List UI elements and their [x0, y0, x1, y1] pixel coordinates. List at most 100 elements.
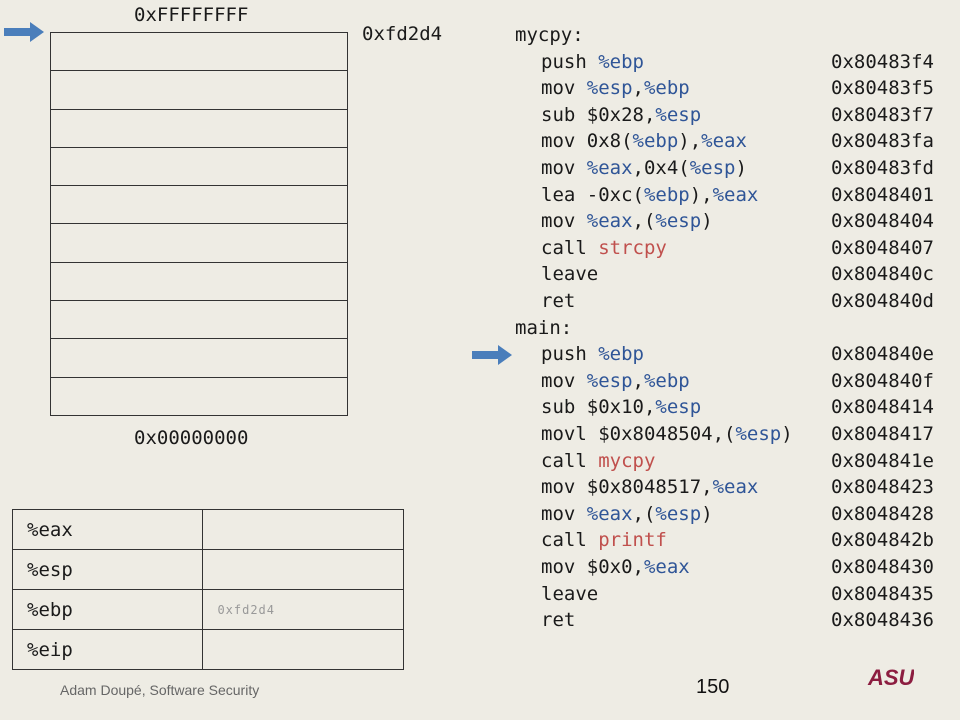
- register-row: %eip: [11, 629, 404, 670]
- instruction-address: 0x804840f: [831, 369, 934, 392]
- register-name: %eax: [11, 509, 204, 550]
- instruction: mov %eax,(%esp): [541, 209, 713, 233]
- register-table: %eax %esp %ebp 0xfd2d4 %eip: [11, 509, 404, 670]
- instruction: leave: [541, 582, 598, 606]
- instruction-token: ret: [541, 290, 576, 312]
- instruction-address: 0x804841e: [831, 449, 934, 472]
- register-token: %esp: [586, 369, 633, 392]
- instruction-address: 0x8048435: [831, 582, 934, 605]
- register-token: %esp: [655, 103, 702, 126]
- instruction: ret: [541, 289, 575, 313]
- function-token: mycpy: [598, 449, 656, 472]
- register-token: %esp: [655, 396, 702, 419]
- instruction-token: ,: [632, 77, 644, 100]
- stack-cell: [51, 33, 347, 72]
- instruction-address: 0x8048423: [831, 476, 934, 499]
- register-token: %eax: [643, 556, 690, 578]
- code-line: mov %esp,%ebp 0x804840f: [515, 369, 955, 396]
- instruction-address: 0x8048404: [831, 210, 934, 233]
- function-token: printf: [598, 529, 667, 552]
- instruction-address: 0x8048414: [831, 396, 934, 419]
- code-line: push %ebp 0x80483f4: [515, 50, 955, 77]
- instruction-token: ,0x4(: [632, 157, 690, 179]
- instruction-token: push: [541, 50, 599, 73]
- instruction-token: push: [541, 343, 599, 366]
- register-token: %eax: [586, 502, 633, 525]
- instruction-token: call: [541, 236, 599, 259]
- code-line: mov %eax,(%esp) 0x8048404: [515, 209, 955, 236]
- instruction-token: mov: [541, 502, 587, 525]
- function-name: main: [515, 316, 561, 339]
- register-token: %eax: [701, 130, 747, 153]
- instruction-token: ,: [632, 369, 644, 392]
- stack-cell: [51, 224, 347, 263]
- register-token: %eax: [586, 157, 633, 179]
- register-value: [202, 509, 404, 550]
- register-value: [202, 549, 404, 590]
- register-token: %esp: [655, 502, 702, 525]
- instruction: movl $0x8048504,(%esp): [541, 422, 793, 446]
- instruction-address: 0x804840e: [831, 343, 934, 366]
- instruction-address: 0x80483f4: [831, 50, 934, 73]
- footer-author: Adam Doupé, Software Security: [60, 682, 260, 698]
- function-label: mycpy:: [515, 24, 584, 46]
- register-token: %eax: [712, 476, 759, 499]
- instruction: mov %esp,%ebp: [541, 76, 690, 100]
- instruction-token: ): [781, 423, 793, 445]
- code-line: lea -0xc(%ebp),%eax 0x8048401: [515, 183, 955, 210]
- instruction-address: 0x80483f7: [831, 103, 934, 126]
- register-token: %ebp: [643, 369, 690, 392]
- instruction-token: lea -0xc(: [541, 183, 644, 206]
- instruction-token: call: [541, 529, 599, 552]
- instruction-address: 0x804840d: [831, 290, 934, 312]
- instruction: push %ebp: [541, 50, 644, 74]
- register-token: %ebp: [598, 343, 644, 366]
- stack-bottom-address: 0x00000000: [134, 427, 249, 449]
- register-value: 0xfd2d4: [202, 589, 404, 630]
- instruction-token: leave: [541, 263, 599, 286]
- stack-cell: [51, 186, 347, 225]
- stack-diagram: [50, 32, 348, 416]
- instruction: call mycpy: [541, 449, 655, 473]
- instruction-token: ),: [678, 130, 702, 153]
- code-line: leave 0x804840c: [515, 262, 955, 289]
- instruction-token: mov: [541, 157, 587, 179]
- stack-pointer-arrow-icon: [4, 22, 44, 42]
- register-row: %eax: [11, 509, 404, 550]
- register-name: %ebp: [11, 589, 204, 630]
- asu-logo-text: ASU: [867, 665, 914, 690]
- code-line: push %ebp 0x804840e: [515, 342, 955, 369]
- register-token: %eax: [586, 210, 633, 233]
- instruction-token: leave: [541, 582, 599, 605]
- register-row: %ebp 0xfd2d4: [11, 589, 404, 630]
- stack-cell: [51, 148, 347, 187]
- instruction-address: 0x804842b: [831, 529, 934, 552]
- instruction: sub $0x10,%esp: [541, 395, 701, 419]
- instruction-token: ): [701, 210, 713, 233]
- register-token: %eax: [712, 183, 759, 206]
- instruction: ret: [541, 608, 575, 632]
- instruction: push %ebp: [541, 342, 644, 366]
- instruction-token: ret: [541, 609, 576, 632]
- instruction-address: 0x80483fa: [831, 130, 934, 153]
- instruction-token: sub $0x28,: [541, 103, 656, 126]
- instruction-address: 0x8048436: [831, 609, 934, 632]
- instruction-address: 0x8048401: [831, 183, 934, 206]
- instruction-token: call: [541, 449, 599, 472]
- register-token: %esp: [655, 210, 702, 233]
- register-token: %ebp: [632, 130, 679, 153]
- register-token: %ebp: [643, 183, 690, 206]
- stack-top-address: 0xFFFFFFFF: [134, 4, 249, 26]
- instruction-pointer-arrow-icon: [472, 345, 512, 366]
- instruction-token: sub $0x10,: [541, 396, 656, 419]
- instruction: mov %esp,%ebp: [541, 369, 690, 393]
- register-token: %esp: [689, 157, 736, 179]
- code-line: call mycpy 0x804841e: [515, 449, 955, 476]
- code-line: mov %eax,0x4(%esp) 0x80483fd: [515, 156, 955, 183]
- function-token: strcpy: [598, 236, 667, 259]
- instruction-address: 0x8048428: [831, 502, 934, 525]
- page-number: 150: [696, 676, 730, 698]
- instruction: lea -0xc(%ebp),%eax: [541, 183, 758, 207]
- instruction-token: ),: [689, 183, 713, 206]
- register-name: %esp: [11, 549, 204, 590]
